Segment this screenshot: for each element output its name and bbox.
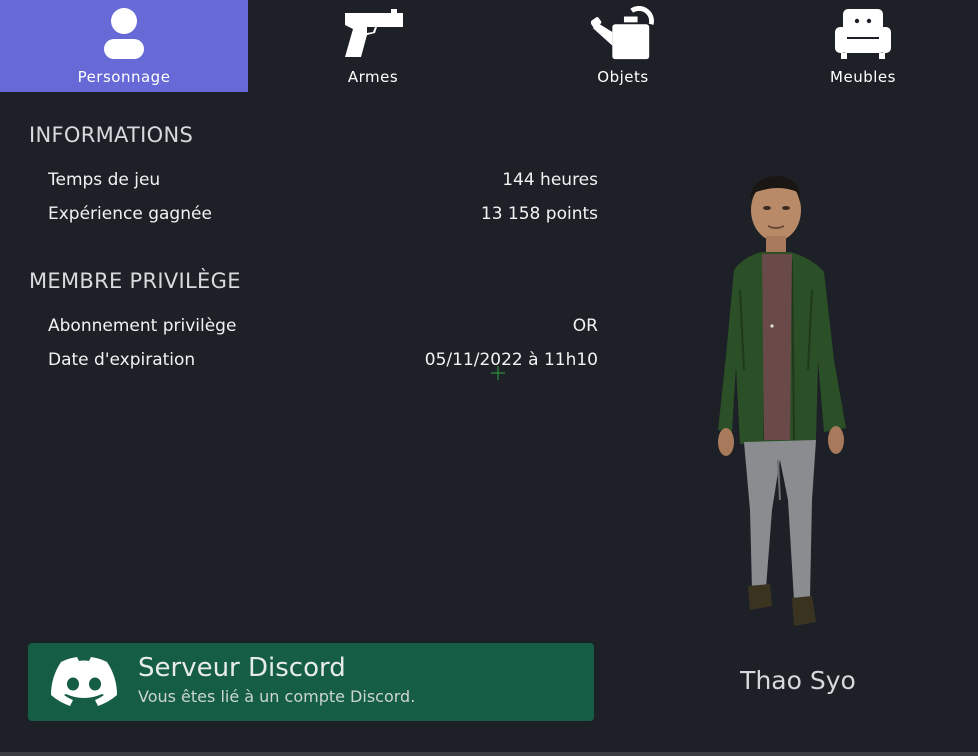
- row-label: Temps de jeu: [48, 170, 161, 190]
- row-label: Date d'expiration: [48, 350, 196, 370]
- row-value: OR: [572, 316, 598, 336]
- tab-bar: Personnage Armes Objets Meubles: [0, 0, 978, 92]
- character-model: [718, 176, 846, 626]
- discord-title: Serveur Discord: [138, 653, 346, 683]
- informations-title: INFORMATIONS: [29, 123, 194, 147]
- tab-label: Objets: [597, 68, 649, 86]
- character-name: Thao Syo: [740, 666, 856, 695]
- row-value: 05/11/2022 à 11h10: [424, 350, 598, 370]
- tab-label: Meubles: [830, 68, 896, 86]
- privilege-title: MEMBRE PRIVILÈGE: [29, 269, 241, 293]
- info-row-playtime: Temps de jeu 144 heures: [48, 168, 598, 192]
- privilege-row-subscription: Abonnement privilège OR: [48, 314, 598, 338]
- watering-can-icon: [591, 4, 655, 62]
- bottom-divider: [0, 752, 978, 756]
- tab-objets[interactable]: Objets: [498, 0, 748, 92]
- tab-armes[interactable]: Armes: [248, 0, 498, 92]
- crosshair-icon: [491, 366, 505, 380]
- privilege-row-expiration: Date d'expiration 05/11/2022 à 11h10: [48, 348, 598, 372]
- pistol-icon: [341, 4, 405, 62]
- tab-label: Personnage: [77, 68, 171, 86]
- discord-icon: [51, 657, 117, 706]
- discord-banner[interactable]: Serveur Discord Vous êtes lié à un compt…: [28, 643, 594, 721]
- tab-label: Armes: [347, 68, 399, 86]
- tab-meubles[interactable]: Meubles: [748, 0, 978, 92]
- tab-personnage[interactable]: Personnage: [0, 0, 248, 92]
- row-value: 13 158 points: [480, 204, 598, 224]
- info-row-experience: Expérience gagnée 13 158 points: [48, 202, 598, 226]
- profile-panel: Personnage Armes Objets Meubles INFORMAT…: [0, 0, 978, 756]
- user-icon: [92, 4, 156, 62]
- discord-subtitle: Vous êtes lié à un compte Discord.: [138, 687, 416, 706]
- armchair-icon: [831, 4, 895, 62]
- row-label: Abonnement privilège: [48, 316, 237, 336]
- row-label: Expérience gagnée: [48, 204, 212, 224]
- row-value: 144 heures: [502, 170, 598, 190]
